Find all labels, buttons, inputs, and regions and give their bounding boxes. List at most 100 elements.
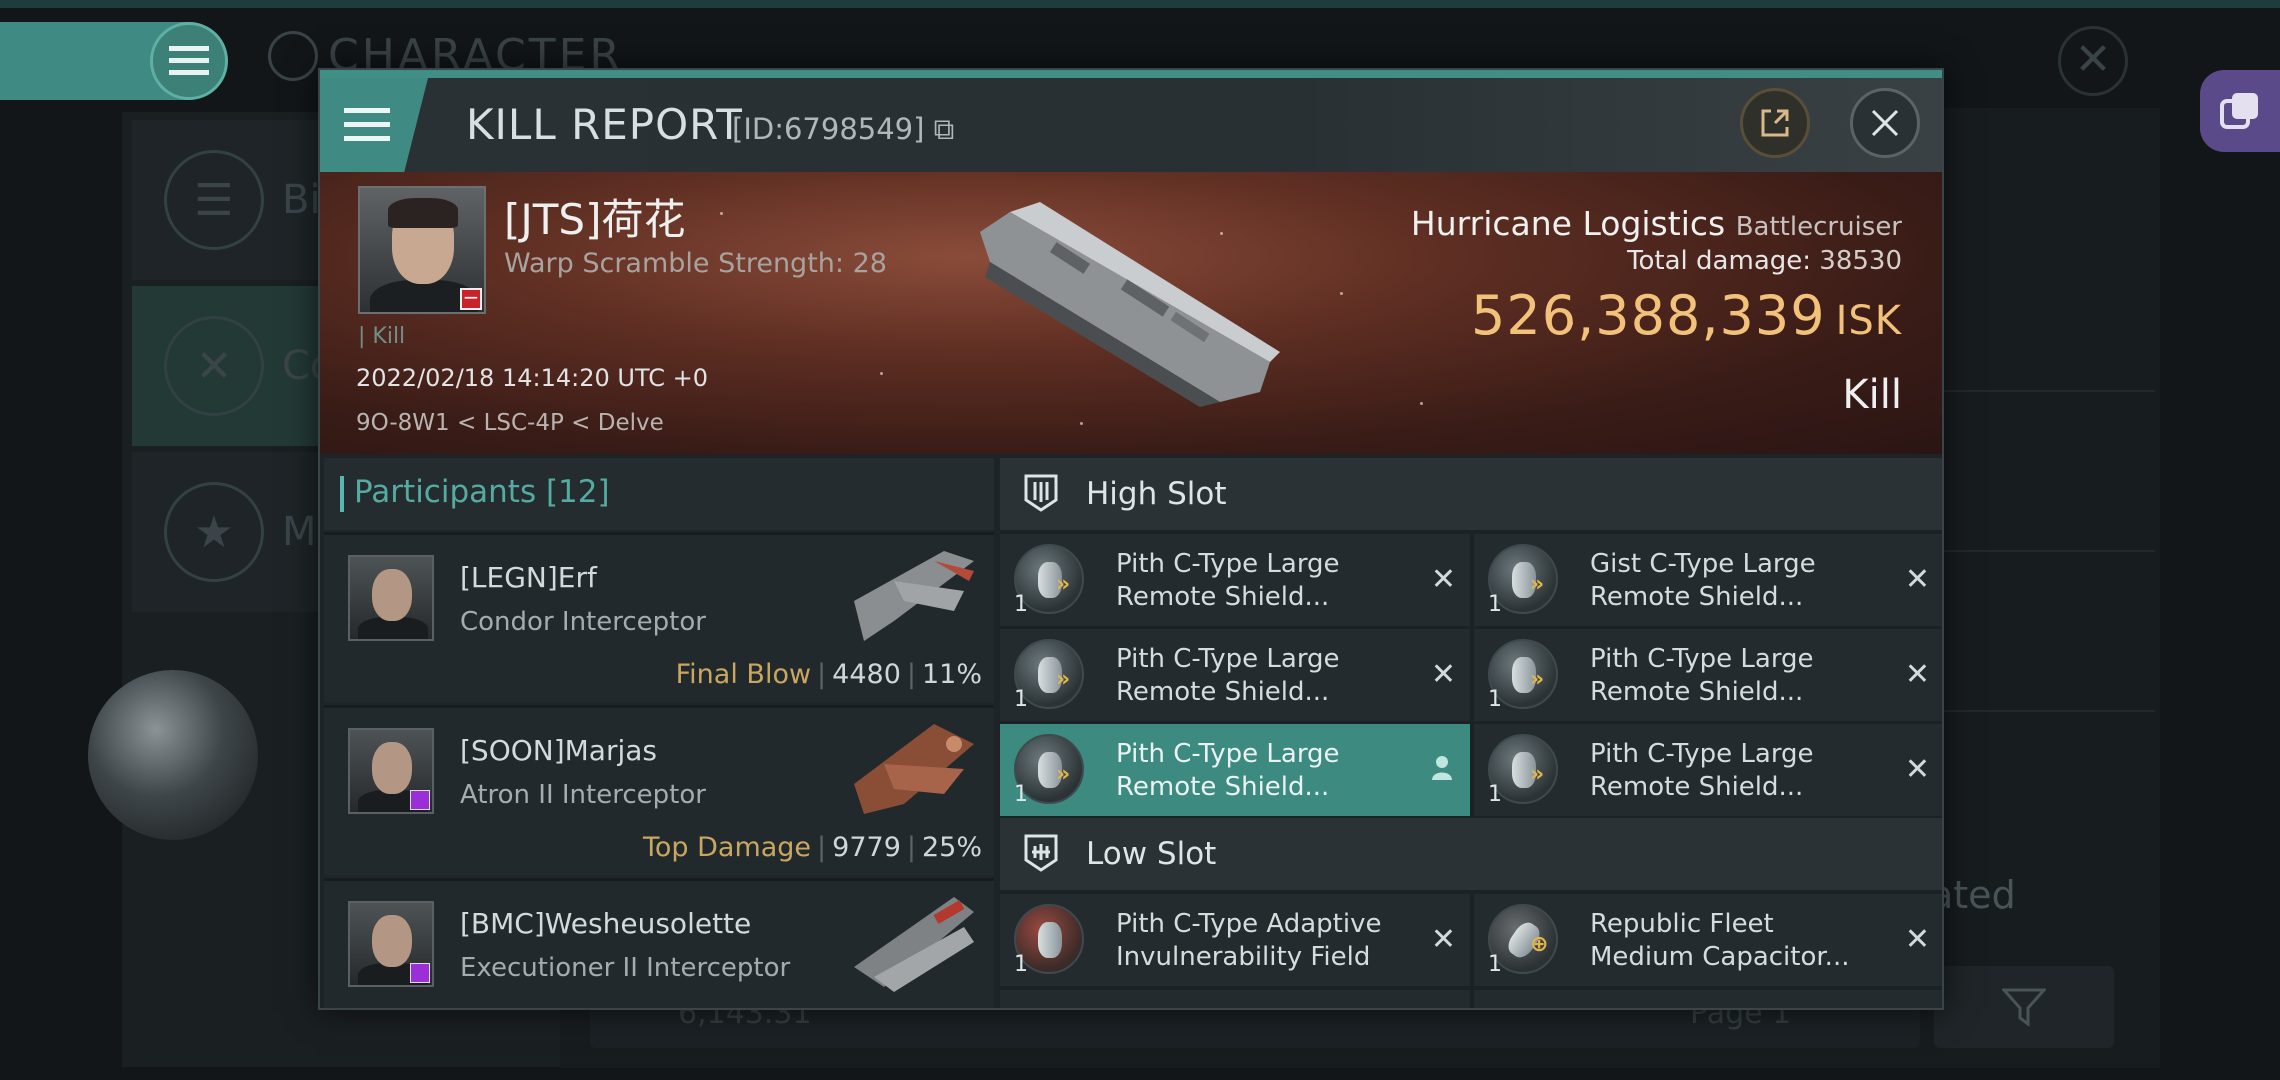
module-item[interactable] [1474,990,1942,1008]
module-item[interactable]: ⊕ 1 Republic Fleet Medium Capacitor... ✕ [1474,894,1942,986]
victim-portrait[interactable]: − [358,186,486,314]
kill-result: Kill [1842,372,1902,418]
kill-report-dialog: KILL REPORT [ID:6798549] ⧉ − [JTS]荷花 War… [318,68,1944,1010]
isk-value: 526,388,339 ISK [1471,284,1902,347]
module-name-line2: Remote Shield... [1116,772,1330,802]
high-slot-title: High Slot [1086,476,1227,512]
participant-ship: Executioner II Interceptor [460,953,791,983]
background-close-button[interactable]: ✕ [2058,26,2128,96]
victim-ship-image [980,202,1280,407]
high-slot-icon [1024,474,1058,512]
module-name-line2: Remote Shield... [1590,582,1804,612]
participant-portrait [348,901,434,987]
low-slot-title: Low Slot [1086,836,1217,872]
participant-stat-label: Final Blow [675,659,812,690]
module-item[interactable]: » 1 Pith C-Type Large Remote Shield... ✕ [1000,629,1470,721]
nav-item-label: Bi [282,177,321,223]
kill-id[interactable]: [ID:6798549] ⧉ [732,112,954,147]
character-emblem-icon [268,30,318,81]
victim-name: [JTS]荷花 [504,195,686,244]
participants-panel: Participants [12] [LEGN]Erf Condor Inter… [324,458,994,1008]
module-name-line2: Invulnerability Field [1116,942,1371,972]
participant-stats: Final Blow | 4480 | 11% [675,659,982,690]
destroyed-icon: ✕ [1430,562,1456,597]
hostile-badge-icon: − [460,287,482,310]
participant-row[interactable]: [LEGN]Erf Condor Interceptor Final Blow |… [324,532,994,702]
module-name-line1: Pith C-Type Large [1116,739,1340,769]
destroyed-icon: ✕ [1904,752,1930,787]
module-name-line2: Remote Shield... [1116,677,1330,707]
participant-ship-image [854,724,974,814]
total-damage-value: 38530 [1819,246,1902,276]
module-item[interactable] [1000,990,1470,1008]
top-bar [0,0,2280,8]
participants-title: Participants [12] [354,474,610,510]
kill-location[interactable]: 9O-8W1 < LSC-4P < Delve [356,410,664,436]
module-name: Pith C-Type Adaptive Invulnerability Fiel… [1116,908,1416,974]
module-item[interactable]: » 1 Pith C-Type Large Remote Shield... ✕ [1000,534,1470,626]
share-button[interactable] [1740,88,1810,158]
isk-unit: ISK [1835,298,1902,344]
ship-sphere-button[interactable] [88,670,258,840]
share-icon [1761,109,1789,137]
module-item[interactable]: » 1 Pith C-Type Large Remote Shield... ✕ [1474,724,1942,816]
low-slot-icon [1024,834,1058,872]
module-name: Pith C-Type Large Remote Shield... [1590,643,1890,709]
module-name: Republic Fleet Medium Capacitor... [1590,908,1890,974]
participant-stat-label: Top Damage [642,832,812,863]
module-name-line2: Remote Shield... [1590,677,1804,707]
windows-icon [2220,93,2258,129]
ship-name-text: Hurricane Logistics [1410,204,1726,243]
ship-class: Battlecruiser [1735,212,1902,242]
list-icon: ☰ [164,150,264,250]
dialog-title: KILL REPORT [466,100,743,149]
destroyed-icon: ✕ [1904,562,1930,597]
module-item[interactable]: » 1 Pith C-Type Large Remote Shield... ✕ [1474,629,1942,721]
destroyed-icon: ✕ [1904,657,1930,692]
participant-name: [SOON]Marjas [460,734,657,767]
participant-damage: 9779 [832,832,901,863]
destroyed-icon: ✕ [1430,657,1456,692]
module-item-selected[interactable]: » 1 Pith C-Type Large Remote Shield... [1000,724,1470,816]
total-damage-label: Total damage: [1627,246,1812,276]
participant-portrait [348,555,434,641]
participant-ship-image [854,897,974,992]
participant-row[interactable]: [BMC]Wesheusolette Executioner II Interc… [324,878,994,1008]
module-name-line1: Gist C-Type Large [1590,549,1816,579]
module-name: Gist C-Type Large Remote Shield... [1590,548,1890,614]
dialog-accent-line [320,70,1942,78]
filter-icon [2002,988,2046,1027]
module-name-line1: Pith C-Type Large [1590,739,1814,769]
divider [1940,550,2155,552]
participant-name: [LEGN]Erf [460,561,597,594]
participants-header: Participants [12] [324,458,994,530]
module-name-line1: Pith C-Type Large [1590,644,1814,674]
module-name-line1: Pith C-Type Adaptive [1116,909,1382,939]
divider [1940,390,2155,392]
destroyed-icon: ✕ [1904,922,1930,957]
module-name: Pith C-Type Large Remote Shield... [1116,738,1416,804]
close-icon [1871,109,1899,137]
kill-tag-label: Kill [372,324,406,349]
participant-ship: Condor Interceptor [460,607,706,637]
participant-ship-image [854,551,974,641]
participant-row[interactable]: [SOON]Marjas Atron II Interceptor Top Da… [324,705,994,875]
module-quantity: 1 [1488,952,1502,977]
close-button[interactable] [1850,88,1920,158]
module-quantity: 1 [1488,592,1502,617]
module-name: Pith C-Type Large Remote Shield... [1116,548,1416,614]
module-item[interactable]: » 1 Gist C-Type Large Remote Shield... ✕ [1474,534,1942,626]
windows-switch-button[interactable] [2200,70,2280,152]
module-quantity: 1 [1014,592,1028,617]
crossed-swords-icon: ✕ [164,316,264,416]
module-name: Pith C-Type Large Remote Shield... [1116,643,1416,709]
module-item[interactable]: 1 Pith C-Type Adaptive Invulnerability Fi… [1000,894,1470,986]
filter-button[interactable] [1934,966,2114,1048]
victim-subtitle: Warp Scramble Strength: 28 [504,248,887,279]
module-quantity: 1 [1014,952,1028,977]
participant-name: [BMC]Wesheusolette [460,907,752,940]
module-name-line1: Republic Fleet [1590,909,1774,939]
fitting-panel: High Slot » 1 Pith C-Type Large Remote Sh… [1000,458,1942,1008]
kill-banner: − [JTS]荷花 Warp Scramble Strength: 28 | K… [320,172,1942,454]
main-menu-button[interactable] [150,22,228,100]
